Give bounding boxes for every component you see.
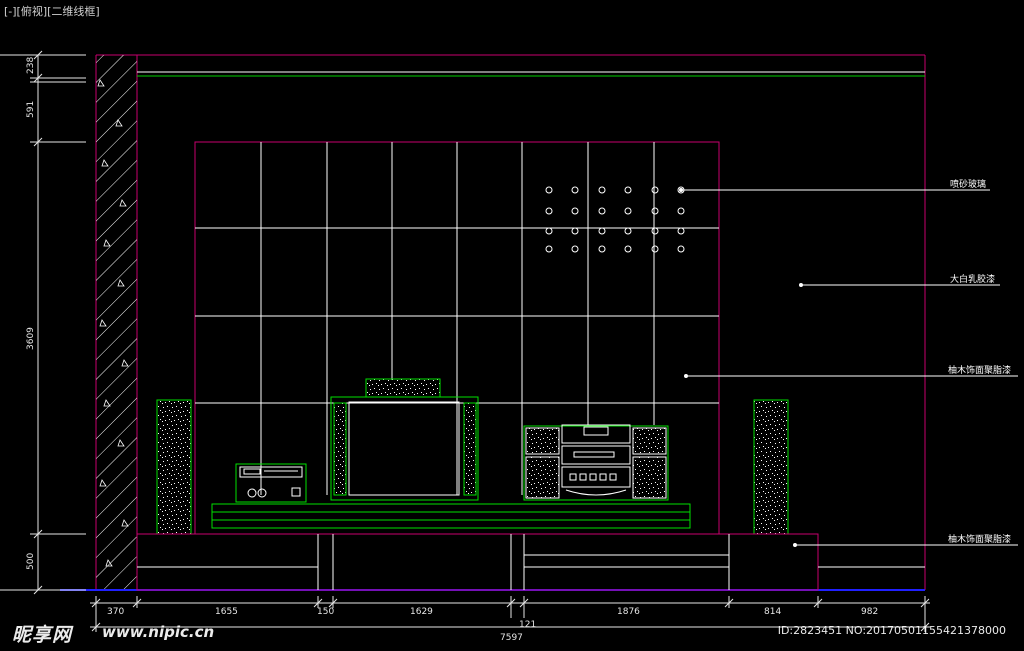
amplifier <box>235 463 307 503</box>
vertical-dimension-lines <box>0 50 86 595</box>
dim-horizontal-3: 150 <box>317 607 334 617</box>
tv-cabinet <box>211 503 691 529</box>
dim-horizontal-2: 1655 <box>215 607 238 617</box>
dim-total: 7597 <box>500 633 523 643</box>
dim-horizontal-7: 982 <box>861 607 878 617</box>
hatched-wall <box>96 55 137 590</box>
wall-outline <box>95 54 926 590</box>
callout-frosted-glass: 喷砂玻璃 <box>950 178 986 190</box>
base-cabinet <box>136 533 925 591</box>
dim-vertical-2: 591 <box>26 101 36 118</box>
dim-horizontal-4: 1629 <box>410 607 433 617</box>
callout-teak-veneer-1: 柚木饰面聚脂漆 <box>948 364 1011 376</box>
dim-horizontal-6: 814 <box>764 607 781 617</box>
glass-studs <box>545 186 685 253</box>
stereo-system <box>523 424 669 501</box>
left-tower-speaker <box>156 399 192 535</box>
cad-drawing: 喷砂玻璃 大白乳胶漆 柚木饰面聚脂漆 柚木饰面聚脂漆 238 591 3609 … <box>0 50 1018 643</box>
dim-vertical-3: 3609 <box>26 327 36 350</box>
watermark-logo: 昵享网 <box>12 624 73 646</box>
dim-vertical-1: 238 <box>26 57 36 74</box>
television <box>330 378 479 501</box>
watermark-id: ID:2823451 NO:20170501155421378000 <box>777 624 1006 637</box>
dim-vertical-4: 500 <box>26 553 36 570</box>
watermark-url: www.nipic.cn <box>102 623 215 641</box>
callout-teak-veneer-2: 柚木饰面聚脂漆 <box>948 533 1011 545</box>
dim-horizontal-extra: 121 <box>519 620 536 630</box>
right-tower-speaker <box>753 399 789 535</box>
dim-horizontal-1: 370 <box>107 607 124 617</box>
dim-horizontal-5: 1876 <box>617 607 640 617</box>
callout-white-latex-paint: 大白乳胶漆 <box>950 273 995 285</box>
